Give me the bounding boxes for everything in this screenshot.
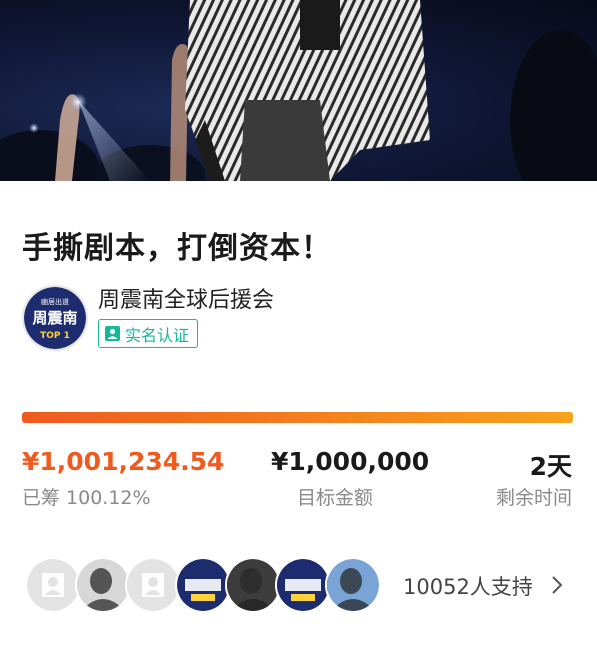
default-avatar-icon xyxy=(27,559,79,611)
fanclub-logo-avatar xyxy=(277,559,329,611)
photo-avatar xyxy=(227,559,279,611)
logo-text-bottom: TOP 1 xyxy=(40,331,70,341)
supporter-avatar[interactable] xyxy=(275,557,331,613)
hero-image xyxy=(0,0,597,181)
default-avatar-icon xyxy=(127,559,179,611)
person-icon xyxy=(105,326,120,341)
logo-text-top: 幽居出道 xyxy=(41,297,69,306)
verified-badge: 实名认证 xyxy=(98,319,199,348)
supporter-avatars[interactable] xyxy=(25,557,385,613)
supporter-avatar[interactable] xyxy=(175,557,231,613)
supporter-avatar[interactable] xyxy=(225,557,281,613)
photo-avatar xyxy=(77,559,129,611)
organizer-name[interactable]: 周震南全球后援会 xyxy=(98,282,274,314)
fanclub-logo-avatar xyxy=(177,559,229,611)
supporter-count[interactable]: 10052人支持 xyxy=(403,571,533,601)
supporter-avatar[interactable] xyxy=(75,557,131,613)
goal-label: 目标金额 xyxy=(297,487,374,509)
chevron-right-icon[interactable] xyxy=(549,574,565,596)
logo-text-mid: 周震南 xyxy=(32,309,77,327)
supporter-avatar[interactable] xyxy=(325,557,381,613)
supporter-avatar[interactable] xyxy=(125,557,181,613)
verified-label: 实名认证 xyxy=(125,325,190,345)
goal-amount: ¥1,000,000 xyxy=(271,447,430,476)
funding-progress-fill xyxy=(22,412,573,423)
hero-photo-illustration xyxy=(0,0,597,181)
raised-amount: ¥1,001,234.54 xyxy=(22,447,225,476)
organizer-avatar[interactable]: 幽居出道 周震南 TOP 1 xyxy=(22,285,88,351)
photo-avatar xyxy=(327,559,379,611)
days-remaining: 2天 xyxy=(529,452,572,481)
supporter-avatar[interactable] xyxy=(25,557,81,613)
project-title: 手撕剧本，打倒资本！ xyxy=(22,231,332,266)
organizer-logo: 幽居出道 周震南 TOP 1 xyxy=(24,287,86,349)
days-remaining-label: 剩余时间 xyxy=(495,487,572,509)
crowdfunding-page: 手撕剧本，打倒资本！ 幽居出道 周震南 TOP 1 周震南全球后援会 实名认证 … xyxy=(0,0,597,659)
funding-progress-bar xyxy=(22,412,573,423)
raised-percent-label: 已筹 100.12% xyxy=(22,487,151,509)
